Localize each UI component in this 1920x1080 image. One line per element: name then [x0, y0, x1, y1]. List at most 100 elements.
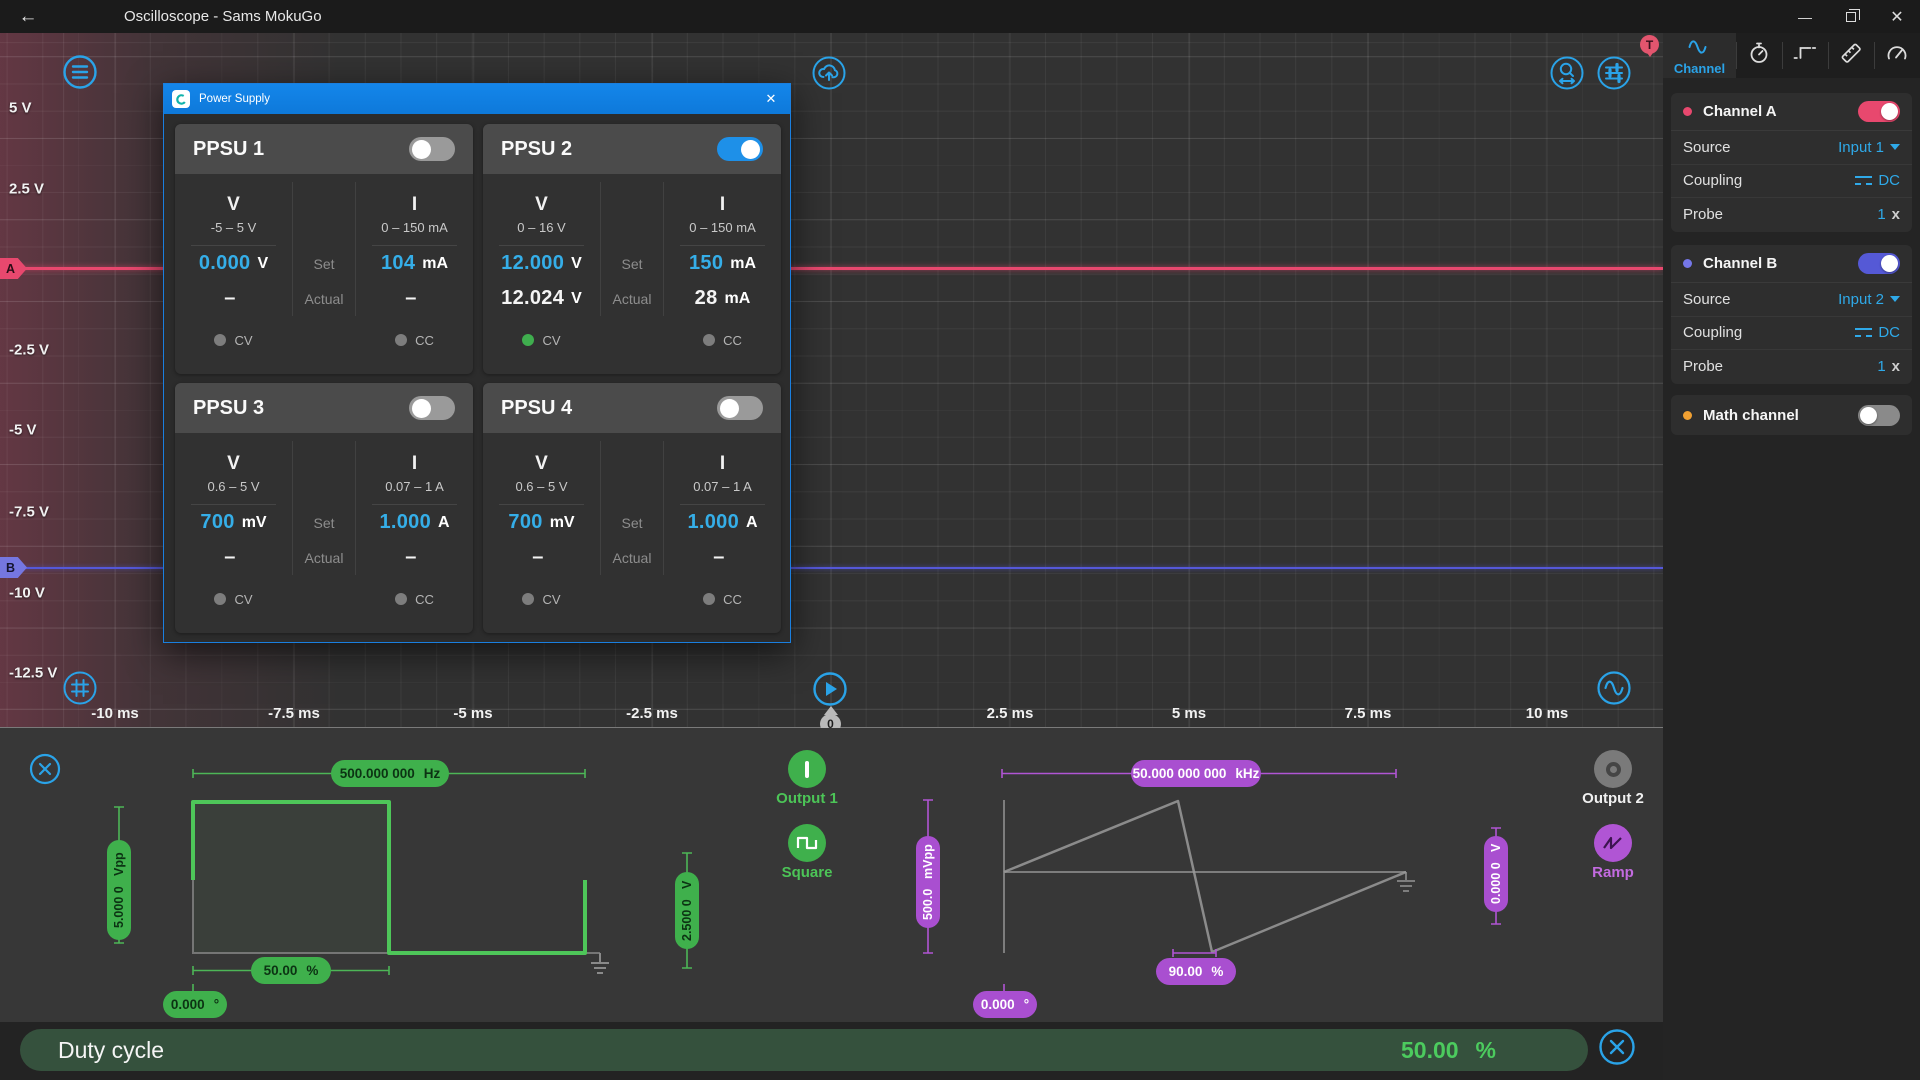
x-axis-label: 2.5 ms — [987, 705, 1034, 722]
ppsu3-set-voltage[interactable]: 700mV — [175, 505, 292, 540]
ppsu2-cv-indicator: CV — [483, 316, 600, 364]
channel-a-color-dot — [1683, 107, 1692, 116]
output2-power-button[interactable] — [1594, 750, 1632, 788]
dc-coupling-icon — [1855, 327, 1872, 338]
ppsu4-set-voltage[interactable]: 700mV — [483, 505, 600, 540]
ppsu3-current-range: 0.07 – 1 A — [385, 479, 444, 494]
upload-icon[interactable] — [810, 54, 848, 92]
zoom-icon[interactable] — [1548, 54, 1586, 92]
x-axis-label: -10 ms — [91, 705, 139, 722]
ppsu2-voltage-range: 0 – 16 V — [517, 220, 565, 235]
channel-b-toggle[interactable] — [1858, 253, 1900, 274]
ppsu2-set-current[interactable]: 150mA — [664, 246, 781, 281]
ppsu4-toggle[interactable] — [717, 396, 763, 420]
y-axis-label: -7.5 V — [9, 504, 49, 521]
channel-b-label: Channel B — [1703, 255, 1777, 272]
window-title: Oscilloscope - Sams MokuGo — [124, 8, 322, 25]
ppsu4-set-current[interactable]: 1.000A — [664, 505, 781, 540]
y-axis-label: -10 V — [9, 585, 45, 602]
y-axis-label: -5 V — [9, 422, 37, 439]
ppsu3-set-current[interactable]: 1.000A — [356, 505, 473, 540]
channel-b-coupling-row[interactable]: Coupling DC — [1671, 317, 1912, 351]
output2-waveshape-button[interactable] — [1594, 824, 1632, 862]
ppsu4-name: PPSU 4 — [501, 397, 572, 420]
channel-a-probe-row[interactable]: Probe 1x — [1671, 198, 1912, 232]
channel-b-probe-row[interactable]: Probe 1x — [1671, 350, 1912, 384]
ppsu1-set-voltage[interactable]: 0.000V — [175, 246, 292, 281]
math-channel-color-dot — [1683, 411, 1692, 420]
output1-phase-pill[interactable]: 0.000° — [163, 991, 227, 1018]
ppsu3-voltage-range: 0.6 – 5 V — [207, 479, 259, 494]
ppsu3-name: PPSU 3 — [193, 397, 264, 420]
power-supply-dialog-title: Power Supply — [199, 93, 270, 105]
ppsu3-cv-indicator: CV — [175, 575, 292, 623]
ppsu3-toggle[interactable] — [409, 396, 455, 420]
y-axis-label: 2.5 V — [9, 181, 44, 198]
maximize-button[interactable] — [1828, 0, 1874, 33]
power-supply-dialog-titlebar[interactable]: Power Supply ✕ — [164, 84, 790, 114]
back-button[interactable]: ← — [0, 6, 56, 28]
ppsu2-set-voltage[interactable]: 12.000V — [483, 246, 600, 281]
minimize-button[interactable]: — — [1782, 0, 1828, 33]
output1-duty-pill[interactable]: 50.00% — [251, 957, 331, 984]
power-supply-dialog: Power Supply ✕ PPSU 1 V-5 – 5 V I0 – 150… — [163, 83, 791, 643]
tab-measurements[interactable] — [1828, 33, 1874, 78]
ppsu1-set-current[interactable]: 104mA — [356, 246, 473, 281]
output1-amplitude-pill[interactable]: 5.000 0Vpp — [107, 840, 131, 940]
control-bar-close-button[interactable] — [1597, 1027, 1637, 1067]
ppsu2-current-range: 0 – 150 mA — [689, 220, 756, 235]
channel-b-card: Channel B Source Input 2 Coupling DC Pro… — [1671, 245, 1912, 384]
ppsu2-cc-indicator: CC — [664, 316, 781, 364]
chevron-down-icon — [1890, 144, 1900, 150]
channel-b-marker[interactable]: B — [0, 557, 27, 578]
tab-channel[interactable]: Channel — [1663, 33, 1736, 78]
tab-trigger[interactable] — [1782, 33, 1828, 78]
tab-timebase[interactable] — [1736, 33, 1782, 78]
output1-offset-pill[interactable]: 2.500 0V — [675, 872, 699, 949]
dc-coupling-icon — [1855, 175, 1872, 186]
square-wave-icon — [796, 835, 818, 851]
grid-settings-icon[interactable] — [61, 669, 99, 707]
channel-a-coupling-row[interactable]: Coupling DC — [1671, 165, 1912, 199]
output1-power-button[interactable] — [788, 750, 826, 788]
ppsu1-cv-indicator: CV — [175, 316, 292, 364]
display-settings-icon[interactable] — [1595, 54, 1633, 92]
waveform-icon[interactable] — [1595, 669, 1633, 707]
output1-frequency-pill[interactable]: 500.000 000Hz — [331, 760, 449, 787]
channel-b-source-row[interactable]: Source Input 2 — [1671, 283, 1912, 317]
stopwatch-icon — [1746, 40, 1772, 71]
output2-amplitude-pill[interactable]: 500.0mVpp — [916, 836, 940, 928]
output1-label: Output 1 — [776, 790, 838, 807]
power-supply-close-button[interactable]: ✕ — [760, 91, 782, 107]
trigger-step-icon — [1792, 40, 1818, 71]
ppsu2-panel: PPSU 2 V0 – 16 V I0 – 150 mA 12.000V Set… — [483, 124, 781, 374]
menu-icon[interactable] — [61, 53, 99, 91]
play-button[interactable] — [811, 670, 849, 708]
channel-a-toggle[interactable] — [1858, 101, 1900, 122]
ppsu3-cc-indicator: CC — [356, 575, 473, 623]
math-channel-label: Math channel — [1703, 407, 1799, 424]
channel-a-source-row[interactable]: Source Input 1 — [1671, 131, 1912, 165]
math-channel-toggle[interactable] — [1858, 405, 1900, 426]
channel-a-label: Channel A — [1703, 103, 1777, 120]
output2-label: Output 2 — [1582, 790, 1644, 807]
output2-frequency-pill[interactable]: 50.000 000 000kHz — [1131, 760, 1261, 787]
ppsu4-cv-indicator: CV — [483, 575, 600, 623]
output2-offset-pill[interactable]: 0.000 0V — [1484, 836, 1508, 912]
output1-waveshape-button[interactable] — [788, 824, 826, 862]
ruler-icon — [1838, 40, 1864, 71]
channel-a-marker[interactable]: A — [0, 258, 27, 279]
trigger-level-marker[interactable]: T — [1640, 35, 1659, 54]
ppsu2-toggle[interactable] — [717, 137, 763, 161]
output2-phase-pill[interactable]: 0.000° — [973, 991, 1037, 1018]
tab-gauge[interactable] — [1874, 33, 1920, 78]
output2-waveshape-label: Ramp — [1592, 864, 1634, 881]
ppsu1-toggle[interactable] — [409, 137, 455, 161]
close-window-button[interactable]: ✕ — [1874, 0, 1920, 33]
duty-cycle-control[interactable]: Duty cycle 50.00% — [20, 1029, 1588, 1071]
output2-symmetry-pill[interactable]: 90.00% — [1156, 958, 1236, 985]
x-axis-label: 5 ms — [1172, 705, 1206, 722]
ppsu4-cc-indicator: CC — [664, 575, 781, 623]
ppsu2-actual-voltage: 12.024V — [483, 281, 600, 316]
ppsu1-current-range: 0 – 150 mA — [381, 220, 448, 235]
